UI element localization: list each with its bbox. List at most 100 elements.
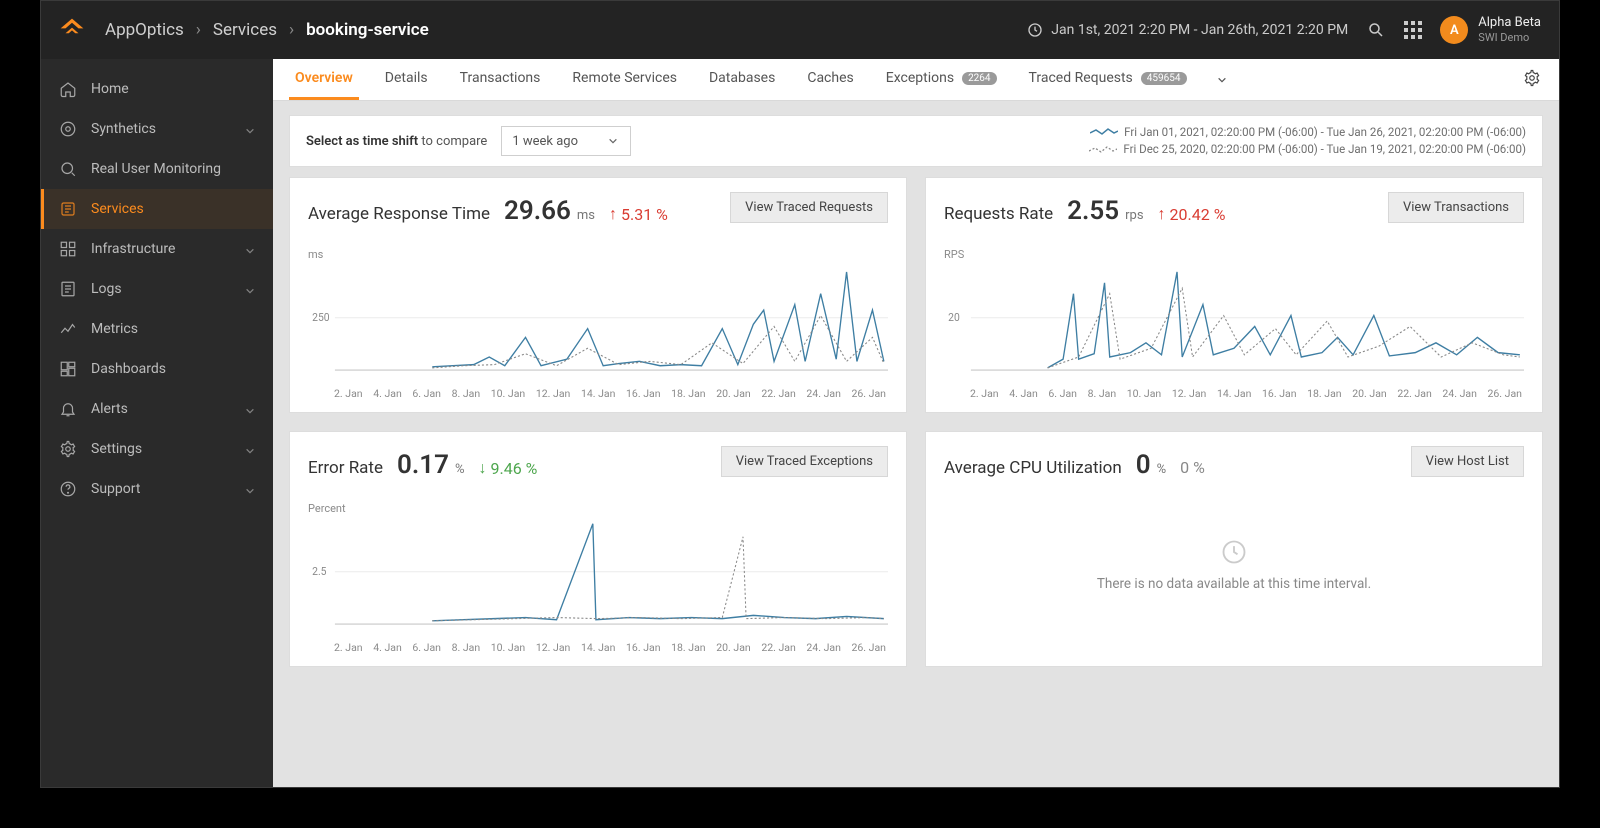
dashboards-icon — [59, 360, 77, 378]
crumb-appoptics[interactable]: AppOptics — [105, 20, 184, 40]
arrow-down-icon: ↓ — [478, 458, 486, 478]
user-name: Alpha Beta — [1478, 16, 1541, 30]
tab-label: Details — [385, 70, 428, 86]
card-response-time: Average Response Time 29.66 ms ↑ 5.31 % … — [289, 177, 907, 413]
user-menu[interactable]: A Alpha Beta SWI Demo — [1440, 16, 1541, 44]
x-tick: 18. Jan — [1307, 387, 1341, 400]
tab-label: Traced Requests — [1029, 70, 1133, 86]
sidebar-item-real-user-monitoring[interactable]: Real User Monitoring — [41, 149, 273, 189]
crumb-services[interactable]: Services — [213, 20, 277, 40]
sidebar-item-label: Home — [91, 81, 129, 97]
tab-overview[interactable]: Overview — [289, 59, 359, 100]
sidebar-item-label: Settings — [91, 441, 142, 457]
x-tick: 10. Jan — [491, 387, 525, 400]
crumb-current: booking-service — [306, 20, 429, 40]
y-axis-label: Percent — [308, 502, 888, 515]
user-tenant: SWI Demo — [1478, 31, 1541, 44]
view-host-list-button[interactable]: View Host List — [1411, 446, 1524, 477]
x-tick: 10. Jan — [491, 641, 525, 654]
sidebar-item-label: Infrastructure — [91, 241, 175, 257]
x-tick: 26. Jan — [852, 387, 886, 400]
x-tick: 4. Jan — [1009, 387, 1038, 400]
x-tick: 2. Jan — [970, 387, 999, 400]
tab-exceptions[interactable]: Exceptions2264 — [880, 59, 1003, 100]
x-axis: 2. Jan4. Jan6. Jan8. Jan10. Jan12. Jan14… — [308, 387, 888, 400]
x-tick: 18. Jan — [671, 387, 705, 400]
legend-current-label: Fri Jan 01, 2021, 02:20:00 PM (-06:00) -… — [1124, 124, 1526, 141]
logo-icon — [59, 17, 85, 43]
clock-icon — [1027, 22, 1043, 38]
sidebar-item-services[interactable]: Services — [41, 189, 273, 229]
sidebar-item-dashboards[interactable]: Dashboards — [41, 349, 273, 389]
chevron-down-icon — [245, 284, 255, 294]
tab-badge: 2264 — [962, 72, 996, 85]
time-range-picker[interactable]: Jan 1st, 2021 2:20 PM - Jan 26th, 2021 2… — [1027, 22, 1348, 38]
chevron-down-icon — [245, 484, 255, 494]
sidebar-item-synthetics[interactable]: Synthetics — [41, 109, 273, 149]
tab-transactions[interactable]: Transactions — [454, 59, 547, 100]
metric-unit: % — [1157, 462, 1167, 477]
tab-remote-services[interactable]: Remote Services — [566, 59, 683, 100]
svg-text:2.5: 2.5 — [312, 565, 326, 578]
sidebar-item-support[interactable]: Support — [41, 469, 273, 509]
tab-caches[interactable]: Caches — [801, 59, 859, 100]
x-tick: 4. Jan — [373, 641, 402, 654]
x-tick: 6. Jan — [1048, 387, 1077, 400]
search-icon[interactable] — [1366, 20, 1386, 40]
x-tick: 16. Jan — [626, 387, 660, 400]
sidebar-item-label: Alerts — [91, 401, 128, 417]
y-axis-label: RPS — [944, 248, 1524, 261]
tab-settings-button[interactable] — [1523, 59, 1543, 100]
x-tick: 6. Jan — [412, 641, 441, 654]
x-tick: 22. Jan — [1397, 387, 1431, 400]
tab-more-menu[interactable] — [1213, 59, 1231, 100]
view-transactions-button[interactable]: View Transactions — [1388, 192, 1524, 223]
x-tick: 2. Jan — [334, 387, 363, 400]
sidebar-item-logs[interactable]: Logs — [41, 269, 273, 309]
sidebar: Home SyntheticsReal User Monitoring Servic… — [41, 59, 273, 787]
x-tick: 12. Jan — [536, 641, 570, 654]
chart-response-time: 250 — [308, 261, 888, 381]
topbar: AppOptics › Services › booking-service J… — [41, 1, 1559, 59]
x-tick: 24. Jan — [806, 387, 840, 400]
sidebar-item-home[interactable]: Home — [41, 69, 273, 109]
sidebar-item-settings[interactable]: Settings — [41, 429, 273, 469]
x-tick: 16. Jan — [626, 641, 660, 654]
gear-icon — [1523, 69, 1541, 91]
x-tick: 18. Jan — [671, 641, 705, 654]
sidebar-item-metrics[interactable]: Metrics — [41, 309, 273, 349]
legend-current-swatch-icon — [1090, 128, 1118, 136]
app-switcher-icon[interactable] — [1404, 21, 1422, 39]
tab-badge: 459654 — [1141, 72, 1187, 85]
time-range-label: Jan 1st, 2021 2:20 PM - Jan 26th, 2021 2… — [1051, 22, 1348, 38]
tab-databases[interactable]: Databases — [703, 59, 781, 100]
view-traced-exceptions-button[interactable]: View Traced Exceptions — [721, 446, 888, 477]
tab-details[interactable]: Details — [379, 59, 434, 100]
x-tick: 8. Jan — [452, 641, 481, 654]
y-axis-label: ms — [308, 248, 888, 261]
x-tick: 14. Jan — [581, 641, 615, 654]
sidebar-item-alerts[interactable]: Alerts — [41, 389, 273, 429]
card-title: Error Rate — [308, 458, 383, 478]
view-traced-requests-button[interactable]: View Traced Requests — [730, 192, 888, 223]
home-icon — [59, 80, 77, 98]
timeshift-select[interactable]: 1 week ago — [501, 126, 631, 156]
x-tick: 22. Jan — [761, 387, 795, 400]
chart-error-rate: 2.5 — [308, 515, 888, 635]
sidebar-item-label: Services — [91, 201, 144, 217]
settings-icon — [59, 440, 77, 458]
svg-text:20: 20 — [948, 311, 960, 324]
card-cpu-utilization: Average CPU Utilization 0 % 0 % View Hos… — [925, 431, 1543, 667]
metric-delta: ↓ 9.46 % — [478, 458, 537, 478]
x-tick: 26. Jan — [852, 641, 886, 654]
sidebar-item-infrastructure[interactable]: Infrastructure — [41, 229, 273, 269]
tab-label: Overview — [295, 70, 353, 86]
logs-icon — [59, 280, 77, 298]
x-tick: 24. Jan — [806, 641, 840, 654]
metric-value: 29.66 — [504, 196, 571, 226]
chevron-right-icon: › — [289, 20, 294, 40]
tab-traced-requests[interactable]: Traced Requests 459654 — [1023, 59, 1193, 100]
x-tick: 8. Jan — [1088, 387, 1117, 400]
sidebar-item-label: Metrics — [91, 321, 138, 337]
arrow-up-icon: ↑ — [1158, 204, 1166, 224]
